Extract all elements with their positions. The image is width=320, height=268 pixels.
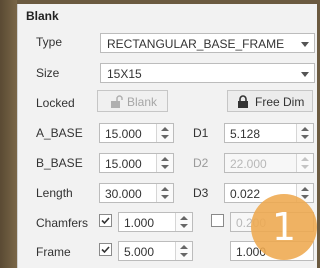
spinner-arrows[interactable] bbox=[156, 184, 173, 202]
chamfers-checkbox[interactable] bbox=[99, 214, 112, 227]
locked-blank-label: Blank bbox=[127, 95, 158, 109]
size-select[interactable]: 15X15 bbox=[100, 63, 315, 83]
type-label: Type bbox=[36, 35, 63, 49]
spinner-arrows[interactable] bbox=[296, 124, 313, 142]
length-spinner[interactable]: 30.000 bbox=[99, 183, 174, 203]
chamfers-label: Chamfers bbox=[36, 216, 89, 230]
type-value: RECTANGULAR_BASE_FRAME bbox=[107, 37, 285, 51]
a-base-label: A_BASE bbox=[36, 126, 83, 140]
free-dim-button[interactable]: Free Dim bbox=[227, 90, 313, 112]
frame-value: 5.000 bbox=[124, 245, 155, 259]
a-base-value: 15.000 bbox=[105, 127, 142, 141]
step-badge-number: 1 bbox=[271, 205, 297, 249]
chamfers-spinner[interactable]: 1.000 bbox=[118, 212, 193, 232]
spinner-arrows[interactable] bbox=[175, 242, 192, 260]
d1-label: D1 bbox=[193, 126, 209, 140]
b-base-spinner[interactable]: 15.000 bbox=[99, 153, 174, 173]
size-label: Size bbox=[36, 66, 60, 80]
type-select[interactable]: RECTANGULAR_BASE_FRAME bbox=[100, 33, 315, 53]
d2-spinner: 22.000 bbox=[224, 153, 314, 173]
spinner-arrows[interactable] bbox=[156, 124, 173, 142]
chamfers-value: 1.000 bbox=[124, 216, 155, 230]
chevron-down-icon bbox=[301, 42, 309, 47]
d3-value: 0.022 bbox=[230, 187, 261, 201]
d2-value: 22.000 bbox=[230, 157, 267, 171]
spinner-arrows[interactable] bbox=[175, 213, 192, 231]
check-icon bbox=[101, 246, 110, 254]
d1-value: 5.128 bbox=[230, 127, 261, 141]
chevron-down-icon bbox=[301, 72, 309, 77]
free-dim-label: Free Dim bbox=[255, 95, 305, 109]
spinner-arrows[interactable] bbox=[156, 154, 173, 172]
d2-label: D2 bbox=[193, 156, 209, 170]
locked-blank-button[interactable]: Blank bbox=[97, 90, 168, 112]
a-base-spinner[interactable]: 15.000 bbox=[99, 123, 174, 143]
b-base-value: 15.000 bbox=[105, 157, 142, 171]
section-title: Blank bbox=[26, 9, 59, 23]
d3-label: D3 bbox=[193, 186, 209, 200]
frame-label: Frame bbox=[36, 245, 71, 259]
unlock-icon bbox=[111, 95, 123, 108]
spinner-arrows bbox=[296, 154, 313, 172]
size-value: 15X15 bbox=[107, 67, 142, 81]
step-badge: 1 bbox=[251, 194, 317, 260]
check-icon bbox=[101, 217, 110, 225]
d1-spinner[interactable]: 5.128 bbox=[224, 123, 314, 143]
chamfers-secondary-checkbox[interactable] bbox=[211, 214, 224, 227]
frame-spinner[interactable]: 5.000 bbox=[118, 241, 193, 261]
length-value: 30.000 bbox=[105, 187, 142, 201]
length-label: Length bbox=[36, 186, 73, 200]
frame-checkbox[interactable] bbox=[99, 243, 112, 256]
window-frame-left bbox=[0, 0, 17, 268]
locked-label: Locked bbox=[36, 96, 75, 110]
lock-icon bbox=[238, 95, 248, 108]
b-base-label: B_BASE bbox=[36, 156, 83, 170]
